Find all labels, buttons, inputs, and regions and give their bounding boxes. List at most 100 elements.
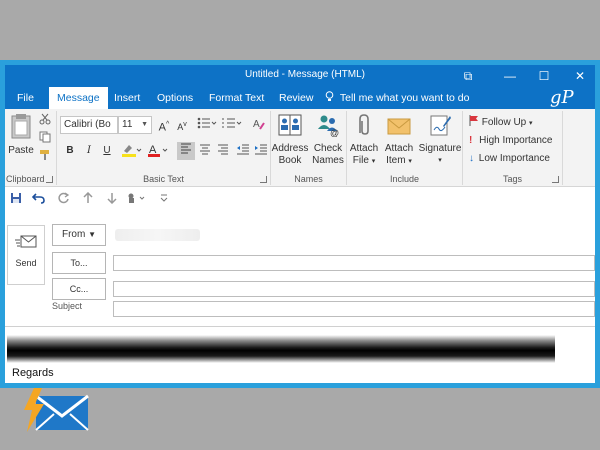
- to-button[interactable]: To...: [52, 252, 106, 274]
- attach-file-button[interactable]: Attach File ▾: [347, 113, 381, 168]
- maximize-button[interactable]: ☐: [533, 67, 555, 85]
- signature-dropdown-icon: ▾: [438, 157, 442, 164]
- tell-me-search[interactable]: Tell me what you want to do: [325, 87, 470, 109]
- high-importance-label: High Importance: [479, 135, 553, 146]
- tell-me-text: Tell me what you want to do: [339, 92, 470, 104]
- message-window: Untitled - Message (HTML) ⧉ — ☐ ✕ File M…: [5, 65, 595, 383]
- paste-button[interactable]: Paste: [7, 113, 35, 157]
- group-basic-text: Calibri (Bo 11 ▼ A^ Av A B I U A Basic T…: [57, 111, 271, 185]
- format-painter-icon[interactable]: [37, 149, 53, 165]
- to-field[interactable]: [113, 255, 595, 271]
- subject-field[interactable]: [113, 301, 595, 317]
- align-left-icon[interactable]: [177, 142, 195, 160]
- mail-lightning-logo-icon: [22, 388, 90, 434]
- attach-file-label-1: Attach: [349, 143, 379, 154]
- brand-logo: gP: [550, 87, 574, 108]
- tab-options[interactable]: Options: [151, 87, 199, 109]
- check-names-label-2: Names: [312, 155, 344, 166]
- title-bar: Untitled - Message (HTML) ⧉ — ☐ ✕: [5, 65, 595, 87]
- align-right-icon[interactable]: [215, 143, 231, 159]
- customize-toolbar-icon[interactable]: [155, 191, 173, 209]
- align-center-icon[interactable]: [197, 143, 213, 159]
- check-names-label-1: Check: [313, 143, 343, 154]
- arrow-up-icon[interactable]: [79, 191, 97, 209]
- grow-font-button[interactable]: A^: [156, 117, 172, 134]
- group-tags-label: Tags: [502, 174, 522, 184]
- highlight-color-icon[interactable]: [120, 143, 144, 159]
- font-color-icon[interactable]: A: [146, 143, 170, 159]
- check-names-icon: @: [309, 113, 347, 141]
- close-button[interactable]: ✕: [569, 67, 591, 85]
- minimize-button[interactable]: —: [499, 67, 521, 85]
- grow-font-label: A: [158, 121, 167, 134]
- chevron-down-icon: ▼: [88, 230, 97, 239]
- bullets-icon[interactable]: [196, 117, 218, 133]
- cc-button[interactable]: Cc...: [52, 278, 106, 300]
- group-tags: Follow Up ▾ ! High Importance ↓ Low Impo…: [463, 111, 563, 185]
- font-size-select[interactable]: 11 ▼: [118, 116, 152, 134]
- from-address-redacted: [115, 229, 200, 241]
- chevron-down-icon: ▾: [529, 120, 533, 127]
- tab-review[interactable]: Review: [273, 87, 319, 109]
- attach-item-button[interactable]: Attach Item ▾: [381, 113, 417, 168]
- underline-button[interactable]: U: [99, 143, 115, 159]
- arrow-down-icon: ↓: [469, 153, 474, 164]
- ribbon-tabs: File Message Insert Options Format Text …: [5, 87, 595, 109]
- redo-icon[interactable]: [55, 191, 73, 209]
- increase-indent-icon[interactable]: [253, 143, 269, 159]
- clipboard-icon: [7, 113, 35, 143]
- tab-message[interactable]: Message: [49, 87, 108, 109]
- send-icon: [8, 234, 44, 252]
- low-importance-label: Low Importance: [478, 153, 550, 164]
- lightbulb-icon: [325, 91, 337, 104]
- signature-icon: [417, 113, 463, 141]
- attach-item-label-1: Attach: [384, 143, 414, 154]
- font-name-select[interactable]: Calibri (Bo: [60, 116, 118, 134]
- follow-up-button[interactable]: Follow Up ▾: [469, 115, 533, 131]
- tags-launcher-icon[interactable]: [552, 176, 559, 183]
- decrease-indent-icon[interactable]: [235, 143, 251, 159]
- send-button[interactable]: Send: [7, 225, 45, 285]
- shrink-font-button[interactable]: Av: [174, 117, 190, 133]
- clipboard-launcher-icon[interactable]: [46, 176, 53, 183]
- low-importance-button[interactable]: ↓ Low Importance: [469, 151, 550, 167]
- signature-label: Signature: [418, 143, 462, 154]
- ribbon: Paste Clipboard Calibri (Bo 11 ▼ A^ Av A…: [5, 109, 595, 187]
- font-size-value: 11: [122, 119, 133, 130]
- arrow-down-icon[interactable]: [103, 191, 121, 209]
- cc-field[interactable]: [113, 281, 595, 297]
- signature-button[interactable]: Signature ▾: [417, 113, 463, 167]
- svg-text:A: A: [253, 119, 260, 130]
- group-clipboard: Paste Clipboard: [5, 111, 57, 185]
- attach-item-label-2: Item ▾: [386, 155, 412, 166]
- group-names-label: Names: [294, 174, 323, 184]
- copy-icon[interactable]: [37, 131, 53, 147]
- numbering-icon[interactable]: [221, 117, 243, 133]
- from-button[interactable]: From ▼: [52, 224, 106, 246]
- ribbon-display-options-button[interactable]: ⧉: [457, 67, 479, 85]
- italic-button[interactable]: I: [81, 143, 97, 159]
- clear-formatting-icon[interactable]: A: [251, 117, 267, 133]
- from-label: From: [61, 229, 86, 240]
- tab-insert[interactable]: Insert: [108, 87, 146, 109]
- high-importance-button[interactable]: ! High Importance: [469, 133, 553, 149]
- window-title: Untitled - Message (HTML): [244, 69, 366, 80]
- save-icon[interactable]: [7, 191, 25, 209]
- chevron-down-icon: ▼: [141, 121, 148, 128]
- bold-button[interactable]: B: [62, 143, 78, 159]
- attach-file-label-2: File ▾: [352, 155, 376, 166]
- touch-mode-icon[interactable]: [125, 191, 149, 209]
- redacted-body-text: [7, 335, 555, 363]
- undo-icon[interactable]: [29, 191, 47, 209]
- tab-file[interactable]: File: [11, 87, 40, 109]
- group-include-label: Include: [389, 174, 420, 184]
- paste-label: Paste: [8, 145, 34, 156]
- cut-icon[interactable]: [37, 113, 53, 129]
- message-body-text[interactable]: Regards: [12, 367, 54, 379]
- quick-access-toolbar: [5, 188, 595, 212]
- subject-label: Subject: [52, 301, 83, 311]
- check-names-button[interactable]: @ Check Names: [309, 113, 347, 167]
- basic-text-launcher-icon[interactable]: [260, 176, 267, 183]
- address-book-button[interactable]: Address Book: [271, 113, 309, 167]
- tab-format-text[interactable]: Format Text: [203, 87, 270, 109]
